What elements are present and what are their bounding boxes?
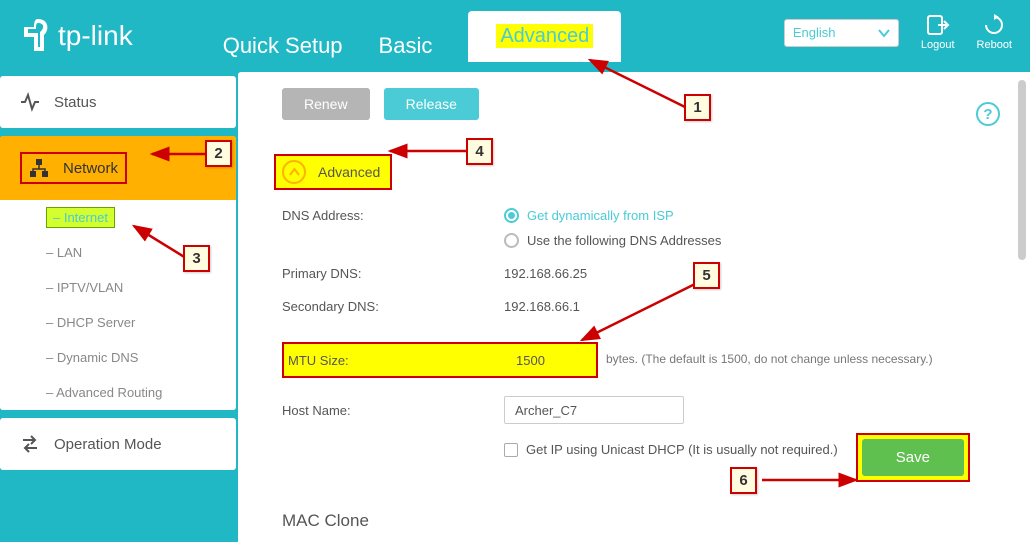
row-primary-dns: Primary DNS: 192.168.66.25 (282, 266, 1008, 281)
network-icon (29, 158, 49, 178)
sidebar-item-internet[interactable]: – Internet (0, 200, 236, 235)
annotation-marker-2: 2 (205, 140, 232, 167)
reboot-button[interactable]: Reboot (977, 14, 1012, 51)
radio-icon (504, 208, 519, 223)
sidebar: Status Network – Internet – LAN – IPTV/V… (0, 72, 236, 542)
collapse-icon (282, 160, 306, 184)
row-hostname: Host Name: (282, 396, 1008, 424)
brand-logo: tp-link (20, 15, 133, 57)
sidebar-item-advrouting[interactable]: – Advanced Routing (0, 375, 236, 410)
release-button[interactable]: Release (384, 88, 479, 120)
language-value: English (793, 25, 836, 40)
annotation-marker-6: 6 (730, 467, 757, 494)
brand-text: tp-link (58, 20, 133, 52)
pulse-icon (20, 92, 40, 112)
sidebar-item-status[interactable]: Status (0, 76, 236, 128)
row-mtu: MTU Size: 1500 bytes. (The default is 15… (282, 342, 1008, 378)
mtu-input[interactable]: 1500 (504, 344, 545, 376)
help-button[interactable]: ? (976, 102, 1000, 126)
logout-button[interactable]: Logout (921, 14, 955, 51)
radio-dns-dynamic[interactable]: Get dynamically from ISP (504, 208, 674, 223)
scrollbar[interactable] (1018, 80, 1026, 260)
radio-icon (504, 233, 519, 248)
app-header: tp-link Quick Setup Basic Advanced Engli… (0, 0, 1030, 72)
annotation-marker-4: 4 (466, 138, 493, 165)
save-button[interactable]: Save (862, 439, 964, 476)
radio-dns-static[interactable]: Use the following DNS Addresses (504, 233, 721, 248)
checkbox-icon (504, 443, 518, 457)
language-select[interactable]: English (784, 19, 899, 47)
hostname-input[interactable] (504, 396, 684, 424)
annotation-marker-3: 3 (183, 245, 210, 272)
sidebar-item-iptv[interactable]: – IPTV/VLAN (0, 270, 236, 305)
tab-advanced[interactable]: Advanced (468, 11, 621, 62)
mac-clone-heading: MAC Clone (282, 511, 1008, 531)
renew-button[interactable]: Renew (282, 88, 370, 120)
primary-dns-value: 192.168.66.25 (504, 266, 587, 281)
save-highlight: Save (856, 433, 970, 482)
row-secondary-dns: Secondary DNS: 192.168.66.1 (282, 299, 1008, 314)
annotation-marker-5: 5 (693, 262, 720, 289)
secondary-dns-value: 192.168.66.1 (504, 299, 580, 314)
header-right: English Logout Reboot (784, 14, 1012, 51)
body: Status Network – Internet – LAN – IPTV/V… (0, 72, 1030, 542)
unicast-checkbox[interactable]: Get IP using Unicast DHCP (It is usually… (504, 442, 838, 457)
logout-icon (926, 14, 950, 36)
swap-icon (20, 434, 40, 454)
mtu-note: bytes. (The default is 1500, do not chan… (606, 352, 933, 368)
advanced-toggle[interactable]: Advanced (274, 154, 1008, 190)
sidebar-network-sub: – Internet – LAN – IPTV/VLAN – DHCP Serv… (0, 200, 236, 410)
sidebar-item-ddns[interactable]: – Dynamic DNS (0, 340, 236, 375)
tab-quick-setup[interactable]: Quick Setup (223, 33, 343, 62)
tab-basic[interactable]: Basic (379, 33, 433, 62)
row-dns-static: Use the following DNS Addresses (282, 233, 1008, 248)
sidebar-item-network[interactable]: Network (0, 136, 236, 200)
reboot-icon (982, 14, 1006, 36)
sidebar-item-dhcp[interactable]: – DHCP Server (0, 305, 236, 340)
content-panel: ? Renew Release Advanced DNS Address: Ge… (238, 72, 1030, 542)
annotation-marker-1: 1 (684, 94, 711, 121)
main-tabs: Quick Setup Basic Advanced (223, 11, 622, 62)
sidebar-item-opmode[interactable]: Operation Mode (0, 418, 236, 470)
row-dns-address: DNS Address: Get dynamically from ISP (282, 208, 1008, 223)
chevron-down-icon (878, 27, 890, 39)
